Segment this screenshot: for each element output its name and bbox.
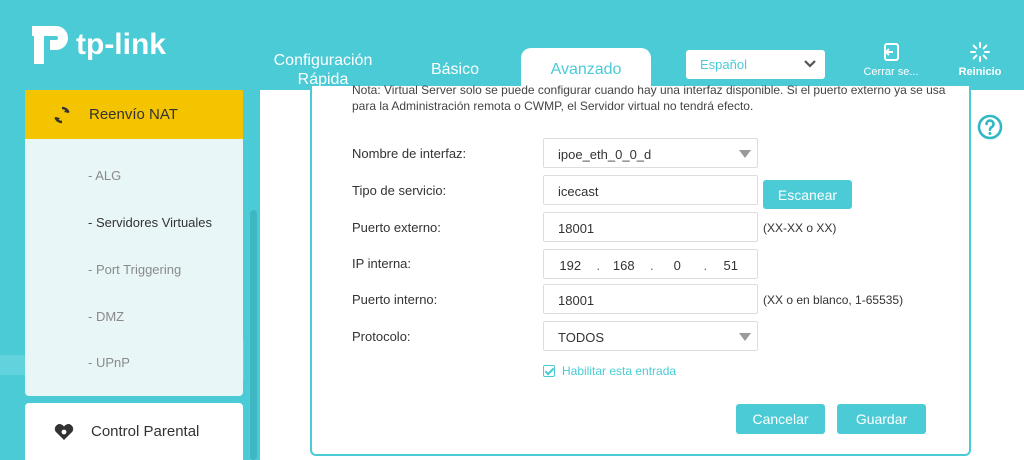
tab-basic[interactable]: Básico: [420, 60, 490, 79]
protocol-value: TODOS: [558, 330, 604, 345]
sidebar-item-virtual-servers[interactable]: - Servidores Virtuales: [88, 215, 212, 230]
sidebar-item-dmz[interactable]: - DMZ: [88, 309, 124, 324]
form-note: Nota: Virtual Server solo se puede confi…: [352, 83, 946, 113]
reboot-icon: [970, 42, 990, 62]
ip-octet-1[interactable]: 192: [544, 258, 597, 273]
scan-button[interactable]: Escanear: [763, 180, 852, 209]
interface-select[interactable]: ipoe_eth_0_0_d: [543, 138, 758, 168]
sidebar-parental-label: Control Parental: [91, 423, 200, 440]
help-icon[interactable]: [977, 114, 1003, 140]
main-content: Nota: Virtual Server solo se puede confi…: [260, 83, 1024, 460]
ip-octet-4[interactable]: 51: [705, 258, 758, 273]
interface-value: ipoe_eth_0_0_d: [558, 147, 652, 162]
ip-octet-3[interactable]: 0: [651, 258, 704, 273]
internal-port-input[interactable]: 18001: [543, 284, 758, 314]
internal-ip-input: 192 . 168 . 0 . 51: [543, 249, 758, 279]
sidebar-section-label: Reenvío NAT: [89, 106, 178, 123]
dropdown-arrow-icon: [739, 150, 751, 158]
chevron-down-icon: [804, 60, 816, 68]
tp-link-logo-icon: [32, 26, 68, 64]
enable-entry-checkbox[interactable]: [543, 365, 555, 377]
sidebar-item-nat-forwarding[interactable]: Reenvío NAT: [25, 90, 243, 139]
sidebar-section-nat: Reenvío NAT - ALG - Servidores Virtuales…: [25, 90, 243, 396]
language-selected: Español: [700, 57, 747, 72]
virtual-server-form: Nota: Virtual Server solo se puede confi…: [310, 83, 971, 456]
language-select[interactable]: Español: [686, 50, 825, 79]
external-port-input[interactable]: 18001: [543, 212, 758, 242]
sidebar-item-alg[interactable]: - ALG: [88, 168, 121, 183]
cancel-button[interactable]: Cancelar: [736, 404, 825, 434]
enable-entry-row[interactable]: Habilitar esta entrada: [543, 364, 676, 378]
logout-icon: [884, 43, 899, 61]
nat-forwarding-icon: [54, 106, 70, 123]
brand-name: tp-link: [76, 28, 166, 61]
internal-port-hint: (XX o en blanco, 1-65535): [763, 293, 904, 307]
protocol-label: Protocolo:: [352, 329, 411, 344]
enable-entry-label: Habilitar esta entrada: [562, 364, 677, 378]
sidebar-item-port-triggering[interactable]: - Port Triggering: [88, 262, 181, 277]
reboot-label: Reinicio: [958, 66, 1002, 78]
reboot-button[interactable]: Reinicio: [948, 42, 1012, 78]
tab-quick-setup-line1: Configuración: [273, 52, 373, 69]
sidebar-scrollbar[interactable]: [250, 210, 257, 460]
external-port-hint: (XX-XX o XX): [763, 221, 837, 235]
parental-control-icon: [54, 423, 74, 440]
dropdown-arrow-icon: [739, 333, 751, 341]
interface-label: Nombre de interfaz:: [352, 146, 467, 161]
internal-port-label: Puerto interno:: [352, 292, 438, 307]
service-type-input[interactable]: icecast: [543, 175, 758, 205]
logout-button[interactable]: Cerrar se...: [856, 42, 926, 78]
sidebar: Reenvío NAT - ALG - Servidores Virtuales…: [0, 90, 260, 460]
protocol-select[interactable]: TODOS: [543, 321, 758, 351]
external-port-label: Puerto externo:: [352, 220, 441, 235]
sidebar-item-parental-control[interactable]: Control Parental: [25, 403, 243, 460]
sidebar-item-upnp[interactable]: - UPnP: [88, 355, 130, 370]
internal-ip-label: IP interna:: [352, 256, 412, 271]
logout-label: Cerrar se...: [863, 66, 919, 78]
service-type-label: Tipo de servicio:: [352, 183, 447, 198]
save-button[interactable]: Guardar: [837, 404, 926, 434]
ip-octet-2[interactable]: 168: [598, 258, 651, 273]
tp-link-logo[interactable]: tp-link: [24, 22, 166, 68]
